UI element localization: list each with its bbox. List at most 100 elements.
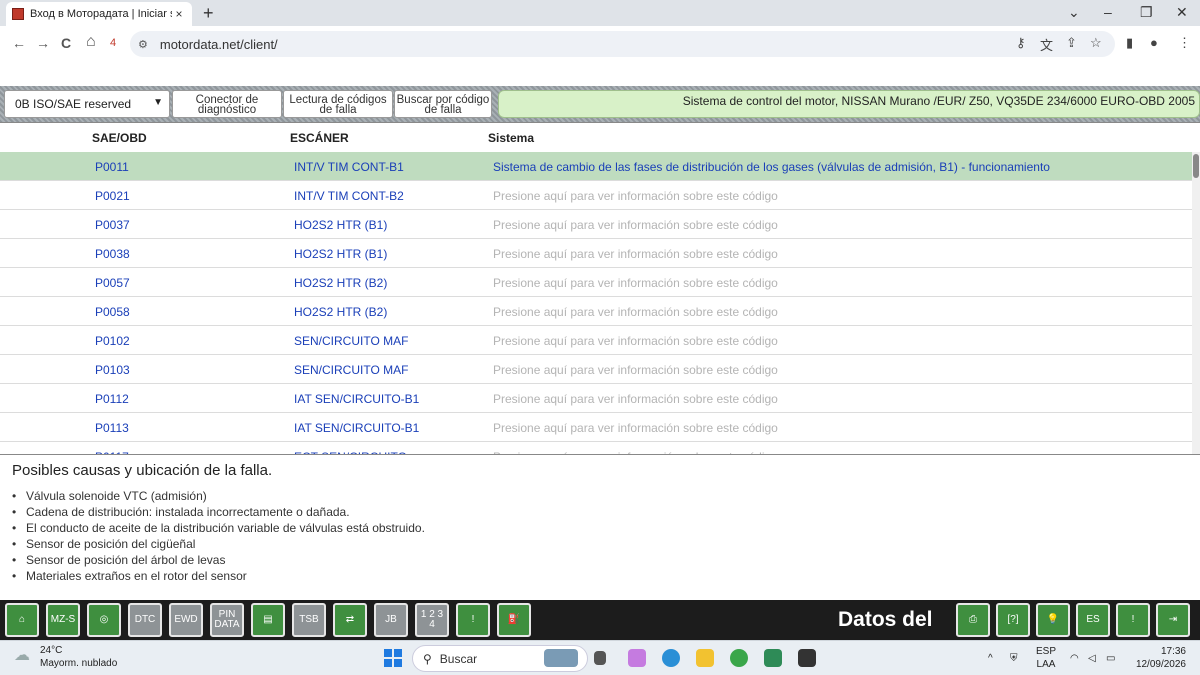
defender-icon[interactable]: ⛨ [1010, 652, 1018, 665]
table-row[interactable]: P0058 HO2S2 HTR (B2) Presione aquí para ve… [0, 297, 1192, 326]
document-icon[interactable]: ▤ [251, 603, 285, 637]
scanner-cell[interactable]: HO2S2 HTR (B2) [294, 305, 387, 319]
scanner-cell[interactable]: HO2S2 HTR (B1) [294, 247, 387, 261]
browser-menu-icon[interactable]: ⋮ [1178, 35, 1191, 51]
lightbulb-icon[interactable]: 💡 [1036, 603, 1070, 637]
tray-chevron-up-icon[interactable]: ^ [988, 652, 993, 665]
system-cell[interactable]: Presione aquí para ver información sobre… [493, 305, 778, 319]
system-cell[interactable]: Presione aquí para ver información sobre… [493, 334, 778, 348]
chrome-browser-icon[interactable] [730, 649, 748, 667]
code-cell[interactable]: P0057 [95, 276, 130, 290]
tab-search-chevron-icon[interactable]: ⌄ [1068, 4, 1080, 21]
minimize-icon[interactable]: – [1104, 4, 1112, 20]
share-icon[interactable]: ⇪ [1066, 35, 1077, 51]
scanner-cell[interactable]: HO2S2 HTR (B1) [294, 218, 387, 232]
scanner-cell[interactable]: ECT SEN/CIRCUITO [294, 450, 407, 454]
app-shortcut-icon[interactable] [764, 649, 782, 667]
reload-button[interactable]: C [61, 35, 71, 51]
table-row[interactable]: P0112 IAT SEN/CIRCUITO-B1 Presione aquí pa… [0, 384, 1192, 413]
system-cell[interactable]: Presione aquí para ver información sobre… [493, 218, 778, 232]
back-button[interactable]: ← [12, 35, 26, 51]
scanner-cell[interactable]: HO2S2 HTR (B2) [294, 276, 387, 290]
search-highlight-icon[interactable] [544, 649, 578, 667]
table-row[interactable]: P0103 SEN/CIRCUITO MAF Presione aquí para … [0, 355, 1192, 384]
ewd-button[interactable]: EWD [169, 603, 203, 637]
code-cell[interactable]: P0011 [95, 160, 129, 174]
translate-icon[interactable]: 文 [1040, 35, 1053, 54]
task-view-icon[interactable] [594, 651, 606, 665]
battery-icon[interactable]: ▭ [1106, 652, 1115, 665]
system-cell[interactable]: Sistema de cambio de las fases de distri… [493, 160, 1050, 174]
table-row[interactable]: P0113 IAT SEN/CIRCUITO-B1 Presione aquí pa… [0, 413, 1192, 442]
scanner-cell[interactable]: SEN/CIRCUITO MAF [294, 334, 408, 348]
code-cell[interactable]: P0103 [95, 363, 130, 377]
volume-icon[interactable]: ◁ [1088, 652, 1096, 665]
code-cell[interactable]: P0113 [95, 421, 129, 435]
table-row[interactable]: P0021 INT/V TIM CONT-B2 Presione aquí para… [0, 181, 1192, 210]
table-row[interactable]: P0057 HO2S2 HTR (B2) Presione aquí para ve… [0, 268, 1192, 297]
junction-box-button[interactable]: JB [374, 603, 408, 637]
system-cell[interactable]: Presione aquí para ver información sobre… [493, 276, 778, 290]
active-app-icon[interactable] [798, 649, 816, 667]
warning-icon[interactable]: ! [1116, 603, 1150, 637]
exit-icon[interactable]: ⇥ [1156, 603, 1190, 637]
transfer-icon[interactable]: ⇄ [333, 603, 367, 637]
dtc-button[interactable]: DTC [128, 603, 162, 637]
code-cell[interactable]: P0021 [95, 189, 130, 203]
system-cell[interactable]: Presione aquí para ver información sobre… [493, 363, 778, 377]
scanner-cell[interactable]: IAT SEN/CIRCUITO-B1 [294, 392, 419, 406]
new-tab-button[interactable]: + [203, 3, 214, 24]
code-cell[interactable]: P0037 [95, 218, 130, 232]
table-row[interactable]: P0011 INT/V TIM CONT-B1 Sistema de cambio … [0, 152, 1192, 181]
warning-circle-icon[interactable]: ! [456, 603, 490, 637]
read-fault-codes-button[interactable]: Lectura de códigos de falla [283, 90, 393, 118]
code-cell[interactable]: P0117 [95, 450, 129, 454]
window-close-icon[interactable]: ✕ [1176, 4, 1188, 21]
side-panel-icon[interactable]: ▮ [1126, 35, 1133, 51]
grid-4-icon[interactable]: 1 2 3 4 [415, 603, 449, 637]
scanner-cell[interactable]: INT/V TIM CONT-B1 [294, 160, 404, 174]
system-cell[interactable]: Presione aquí para ver información sobre… [493, 392, 778, 406]
search-fault-code-button[interactable]: Buscar por código de falla [394, 90, 492, 118]
system-cell[interactable]: Presione aquí para ver información sobre… [493, 247, 778, 261]
scanner-cell[interactable]: INT/V TIM CONT-B2 [294, 189, 404, 203]
site-settings-icon[interactable]: ⚙ [138, 38, 148, 51]
table-row[interactable]: P0038 HO2S2 HTR (B1) Presione aquí para ve… [0, 239, 1192, 268]
profile-avatar-icon[interactable]: ● [1150, 35, 1158, 50]
wifi-icon[interactable]: ◠ [1070, 652, 1079, 665]
forward-button[interactable]: → [36, 35, 50, 51]
scrollbar-thumb[interactable] [1193, 154, 1199, 178]
maximize-icon[interactable]: ❐ [1140, 4, 1153, 21]
table-row[interactable]: P0117 ECT SEN/CIRCUITO Presione aquí para … [0, 442, 1192, 454]
diagnostic-connector-button[interactable]: Conector de diagnóstico [172, 90, 282, 118]
protocol-select[interactable]: 0B ISO/SAE reserved ▼ [4, 90, 170, 118]
scanner-cell[interactable]: SEN/CIRCUITO MAF [294, 363, 408, 377]
edge-browser-icon[interactable] [662, 649, 680, 667]
language-button[interactable]: ES [1076, 603, 1110, 637]
table-scrollbar[interactable] [1192, 152, 1200, 454]
browser-tab[interactable]: Вход в Моторадата | Iniciar sesión × [6, 2, 192, 26]
oil-can-icon[interactable]: ⛽ [497, 603, 531, 637]
password-key-icon[interactable]: ⚷ [1016, 35, 1026, 51]
help-icon[interactable]: [?] [996, 603, 1030, 637]
code-cell[interactable]: P0038 [95, 247, 130, 261]
bookmark-star-icon[interactable]: ☆ [1090, 35, 1102, 51]
print-icon[interactable]: ⎙ [956, 603, 990, 637]
input-language[interactable]: ESP LAA [1036, 645, 1056, 671]
code-cell[interactable]: P0112 [95, 392, 129, 406]
table-row[interactable]: P0102 SEN/CIRCUITO MAF Presione aquí para … [0, 326, 1192, 355]
weather-widget[interactable]: ☁ 24°C Mayorm. nublado [14, 644, 117, 670]
vehicle-model-icon[interactable]: MZ-S [46, 603, 80, 637]
windows-start-icon[interactable] [384, 649, 402, 667]
system-cell[interactable]: Presione aquí para ver información sobre… [493, 450, 778, 454]
copilot-icon[interactable] [628, 649, 646, 667]
pin-data-button[interactable]: PIN DATA [210, 603, 244, 637]
file-explorer-icon[interactable] [696, 649, 714, 667]
wheel-icon[interactable]: ◎ [87, 603, 121, 637]
clock[interactable]: 17:36 12/09/2026 [1134, 645, 1186, 671]
system-cell[interactable]: Presione aquí para ver información sobre… [493, 421, 778, 435]
extension-badge[interactable]: 4 [110, 37, 116, 49]
url-input[interactable]: ⚙ motordata.net/client/ [130, 31, 1115, 57]
tab-close-icon[interactable]: × [172, 7, 186, 21]
home-button[interactable]: ⌂ [86, 33, 96, 51]
